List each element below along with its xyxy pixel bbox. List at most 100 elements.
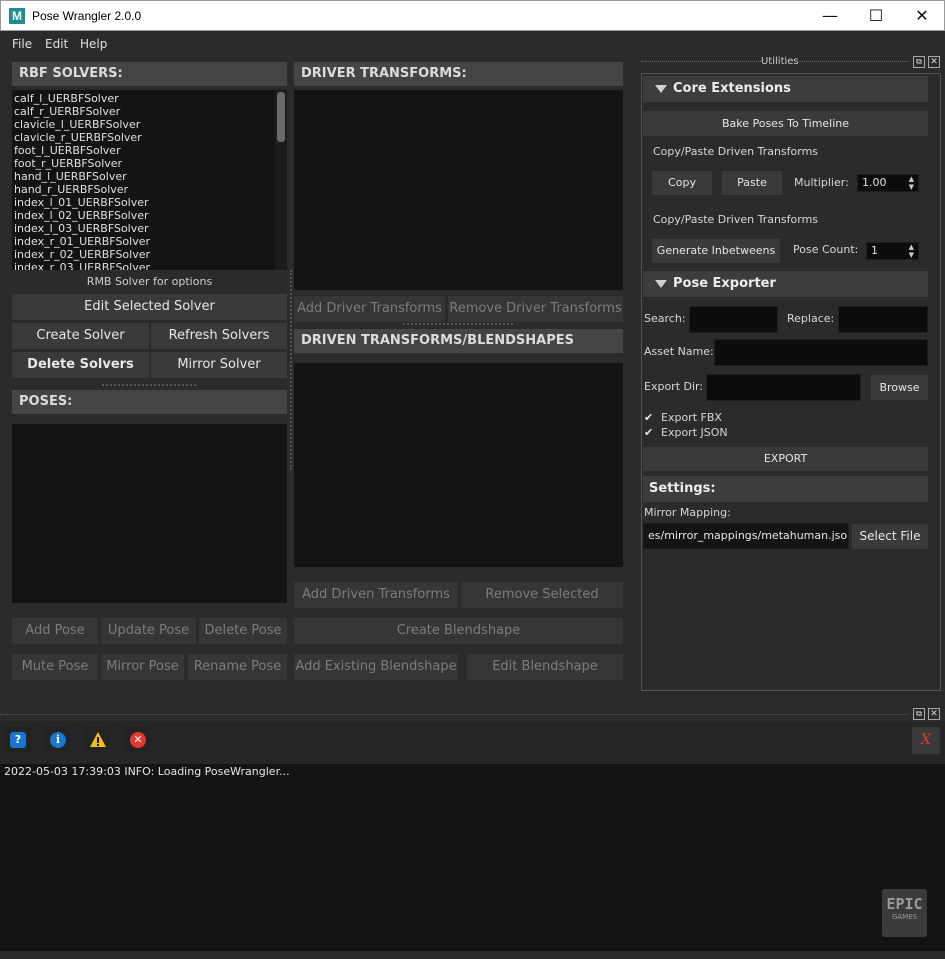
pose-count-label: Pose Count: bbox=[793, 243, 859, 256]
add-existing-blendshape-button[interactable]: Add Existing Blendshape bbox=[294, 654, 458, 680]
title-bar: M Pose Wrangler 2.0.0 — ☐ ✕ bbox=[0, 0, 945, 31]
epic-games-logo: EPIC GAMES bbox=[882, 889, 927, 937]
driven-transforms-list[interactable] bbox=[294, 363, 623, 567]
checkmark-icon: ✔ bbox=[644, 411, 654, 424]
add-driver-transforms-button[interactable]: Add Driver Transforms bbox=[294, 296, 445, 322]
export-fbx-checkbox[interactable]: ✔ Export FBX bbox=[644, 411, 764, 425]
remove-driver-transforms-button[interactable]: Remove Driver Transforms bbox=[448, 296, 623, 322]
log-output[interactable]: 2022-05-03 17:39:03 INFO: Loading PoseWr… bbox=[0, 764, 945, 951]
core-extensions-header[interactable]: Core Extensions bbox=[643, 76, 928, 102]
multiplier-label: Multiplier: bbox=[794, 176, 849, 189]
update-pose-button[interactable]: Update Pose bbox=[101, 618, 196, 644]
spin-arrows-icon[interactable]: ▲ ▼ bbox=[909, 175, 914, 191]
solver-list-scrollbar[interactable] bbox=[275, 90, 287, 270]
rbf-solver-list[interactable]: calf_l_UERBFSolver calf_r_UERBFSolver clav… bbox=[12, 90, 287, 270]
copy-paste-label-2: Copy/Paste Driven Transforms bbox=[653, 213, 819, 226]
select-file-button[interactable]: Select File bbox=[852, 524, 928, 549]
mirror-pose-button[interactable]: Mirror Pose bbox=[101, 654, 184, 680]
close-dock-icon[interactable]: ✕ bbox=[928, 56, 940, 68]
poses-header: POSES: bbox=[12, 390, 287, 414]
question-icon: ? bbox=[10, 732, 26, 748]
splitter-handle[interactable] bbox=[102, 384, 196, 386]
info-filter-button[interactable]: i bbox=[45, 727, 71, 753]
delete-solvers-button[interactable]: Delete Solvers bbox=[12, 352, 149, 378]
mirror-solver-button[interactable]: Mirror Solver bbox=[151, 352, 287, 378]
solver-list-item[interactable]: index_r_01_UERBFSolver bbox=[12, 235, 287, 248]
add-pose-button[interactable]: Add Pose bbox=[12, 618, 98, 644]
solver-list-item[interactable]: index_r_03_UERBFSolver bbox=[12, 261, 287, 270]
mute-pose-button[interactable]: Mute Pose bbox=[12, 654, 98, 680]
add-driven-transforms-button[interactable]: Add Driven Transforms bbox=[294, 582, 458, 608]
menu-help[interactable]: Help bbox=[80, 37, 107, 51]
replace-label: Replace: bbox=[787, 312, 835, 325]
search-input[interactable] bbox=[689, 306, 778, 333]
multiplier-spinbox[interactable]: 1.00 ▲ ▼ bbox=[857, 174, 919, 192]
browse-button[interactable]: Browse bbox=[871, 375, 928, 400]
solver-list-item[interactable]: index_r_02_UERBFSolver bbox=[12, 248, 287, 261]
copy-button[interactable]: Copy bbox=[652, 171, 712, 195]
error-icon: ✕ bbox=[130, 732, 146, 748]
export-dir-label: Export Dir: bbox=[644, 380, 704, 393]
copy-paste-label: Copy/Paste Driven Transforms bbox=[653, 145, 819, 158]
rmb-hint-label: RMB Solver for options bbox=[86, 275, 213, 288]
close-button[interactable]: ✕ bbox=[899, 1, 945, 31]
checkmark-icon: ✔ bbox=[644, 426, 654, 439]
solver-list-item[interactable]: index_l_02_UERBFSolver bbox=[12, 209, 287, 222]
utilities-title: Utilities bbox=[761, 56, 799, 67]
replace-input[interactable] bbox=[838, 306, 928, 333]
maximize-button[interactable]: ☐ bbox=[853, 1, 899, 31]
log-dock-title: ⧉ ✕ bbox=[0, 706, 945, 722]
float-dock-icon[interactable]: ⧉ bbox=[913, 708, 925, 720]
solver-list-item[interactable]: index_l_03_UERBFSolver bbox=[12, 222, 287, 235]
solver-list-item[interactable]: hand_l_UERBFSolver bbox=[12, 170, 287, 183]
menu-file[interactable]: File bbox=[12, 37, 32, 51]
export-dir-input[interactable] bbox=[706, 374, 861, 401]
bake-poses-button[interactable]: Bake Poses To Timeline bbox=[643, 111, 928, 136]
solver-list-item[interactable]: clavicle_r_UERBFSolver bbox=[12, 131, 287, 144]
paste-button[interactable]: Paste bbox=[722, 171, 782, 195]
clear-log-button[interactable]: X bbox=[912, 727, 940, 754]
driver-splitter-handle[interactable] bbox=[403, 323, 513, 325]
solver-list-item[interactable]: clavicle_l_UERBFSolver bbox=[12, 118, 287, 131]
asset-name-label: Asset Name: bbox=[644, 345, 714, 358]
remove-selected-button[interactable]: Remove Selected bbox=[461, 582, 623, 608]
help-filter-button[interactable]: ? bbox=[5, 727, 31, 753]
collapse-triangle-icon bbox=[655, 85, 667, 93]
minimize-button[interactable]: — bbox=[807, 1, 853, 31]
solver-list-item[interactable]: hand_r_UERBFSolver bbox=[12, 183, 287, 196]
spin-arrows-icon[interactable]: ▲ ▼ bbox=[909, 243, 914, 259]
mirror-mapping-label: Mirror Mapping: bbox=[644, 506, 731, 519]
pose-count-spinbox[interactable]: 1 ▲ ▼ bbox=[866, 242, 919, 260]
error-filter-button[interactable]: ✕ bbox=[125, 727, 151, 753]
solver-list-item[interactable]: foot_l_UERBFSolver bbox=[12, 144, 287, 157]
pose-list[interactable] bbox=[12, 424, 287, 603]
delete-pose-button[interactable]: Delete Pose bbox=[199, 618, 287, 644]
status-bar bbox=[0, 951, 945, 959]
export-json-checkbox[interactable]: ✔ Export JSON bbox=[644, 426, 764, 440]
create-solver-button[interactable]: Create Solver bbox=[12, 323, 149, 349]
export-button[interactable]: EXPORT bbox=[643, 447, 928, 471]
close-dock-icon[interactable]: ✕ bbox=[928, 708, 940, 720]
refresh-solvers-button[interactable]: Refresh Solvers bbox=[151, 323, 287, 349]
asset-name-input[interactable] bbox=[714, 339, 928, 366]
driver-transforms-list[interactable] bbox=[294, 90, 623, 290]
mirror-mapping-path-field[interactable]: es/mirror_mappings/metahuman.json bbox=[643, 523, 849, 549]
pose-exporter-header[interactable]: Pose Exporter bbox=[643, 271, 928, 297]
window-title: Pose Wrangler 2.0.0 bbox=[32, 9, 142, 23]
utilities-dock-title: Utilities ⧉ ✕ bbox=[641, 54, 941, 70]
solver-list-item[interactable]: calf_l_UERBFSolver bbox=[12, 92, 287, 105]
app-logo-icon: M bbox=[9, 8, 25, 24]
vertical-splitter[interactable] bbox=[290, 270, 292, 470]
solver-list-item[interactable]: calf_r_UERBFSolver bbox=[12, 105, 287, 118]
generate-inbetweens-button[interactable]: Generate Inbetweens bbox=[652, 239, 780, 263]
float-dock-icon[interactable]: ⧉ bbox=[913, 56, 925, 68]
solver-list-item[interactable]: foot_r_UERBFSolver bbox=[12, 157, 287, 170]
edit-selected-solver-button[interactable]: Edit Selected Solver bbox=[12, 294, 287, 320]
create-blendshape-button[interactable]: Create Blendshape bbox=[294, 618, 623, 644]
search-label: Search: bbox=[644, 312, 686, 325]
edit-blendshape-button[interactable]: Edit Blendshape bbox=[467, 654, 623, 680]
solver-list-item[interactable]: index_l_01_UERBFSolver bbox=[12, 196, 287, 209]
warning-filter-button[interactable] bbox=[85, 727, 111, 753]
menu-edit[interactable]: Edit bbox=[45, 37, 68, 51]
rename-pose-button[interactable]: Rename Pose bbox=[188, 654, 287, 680]
